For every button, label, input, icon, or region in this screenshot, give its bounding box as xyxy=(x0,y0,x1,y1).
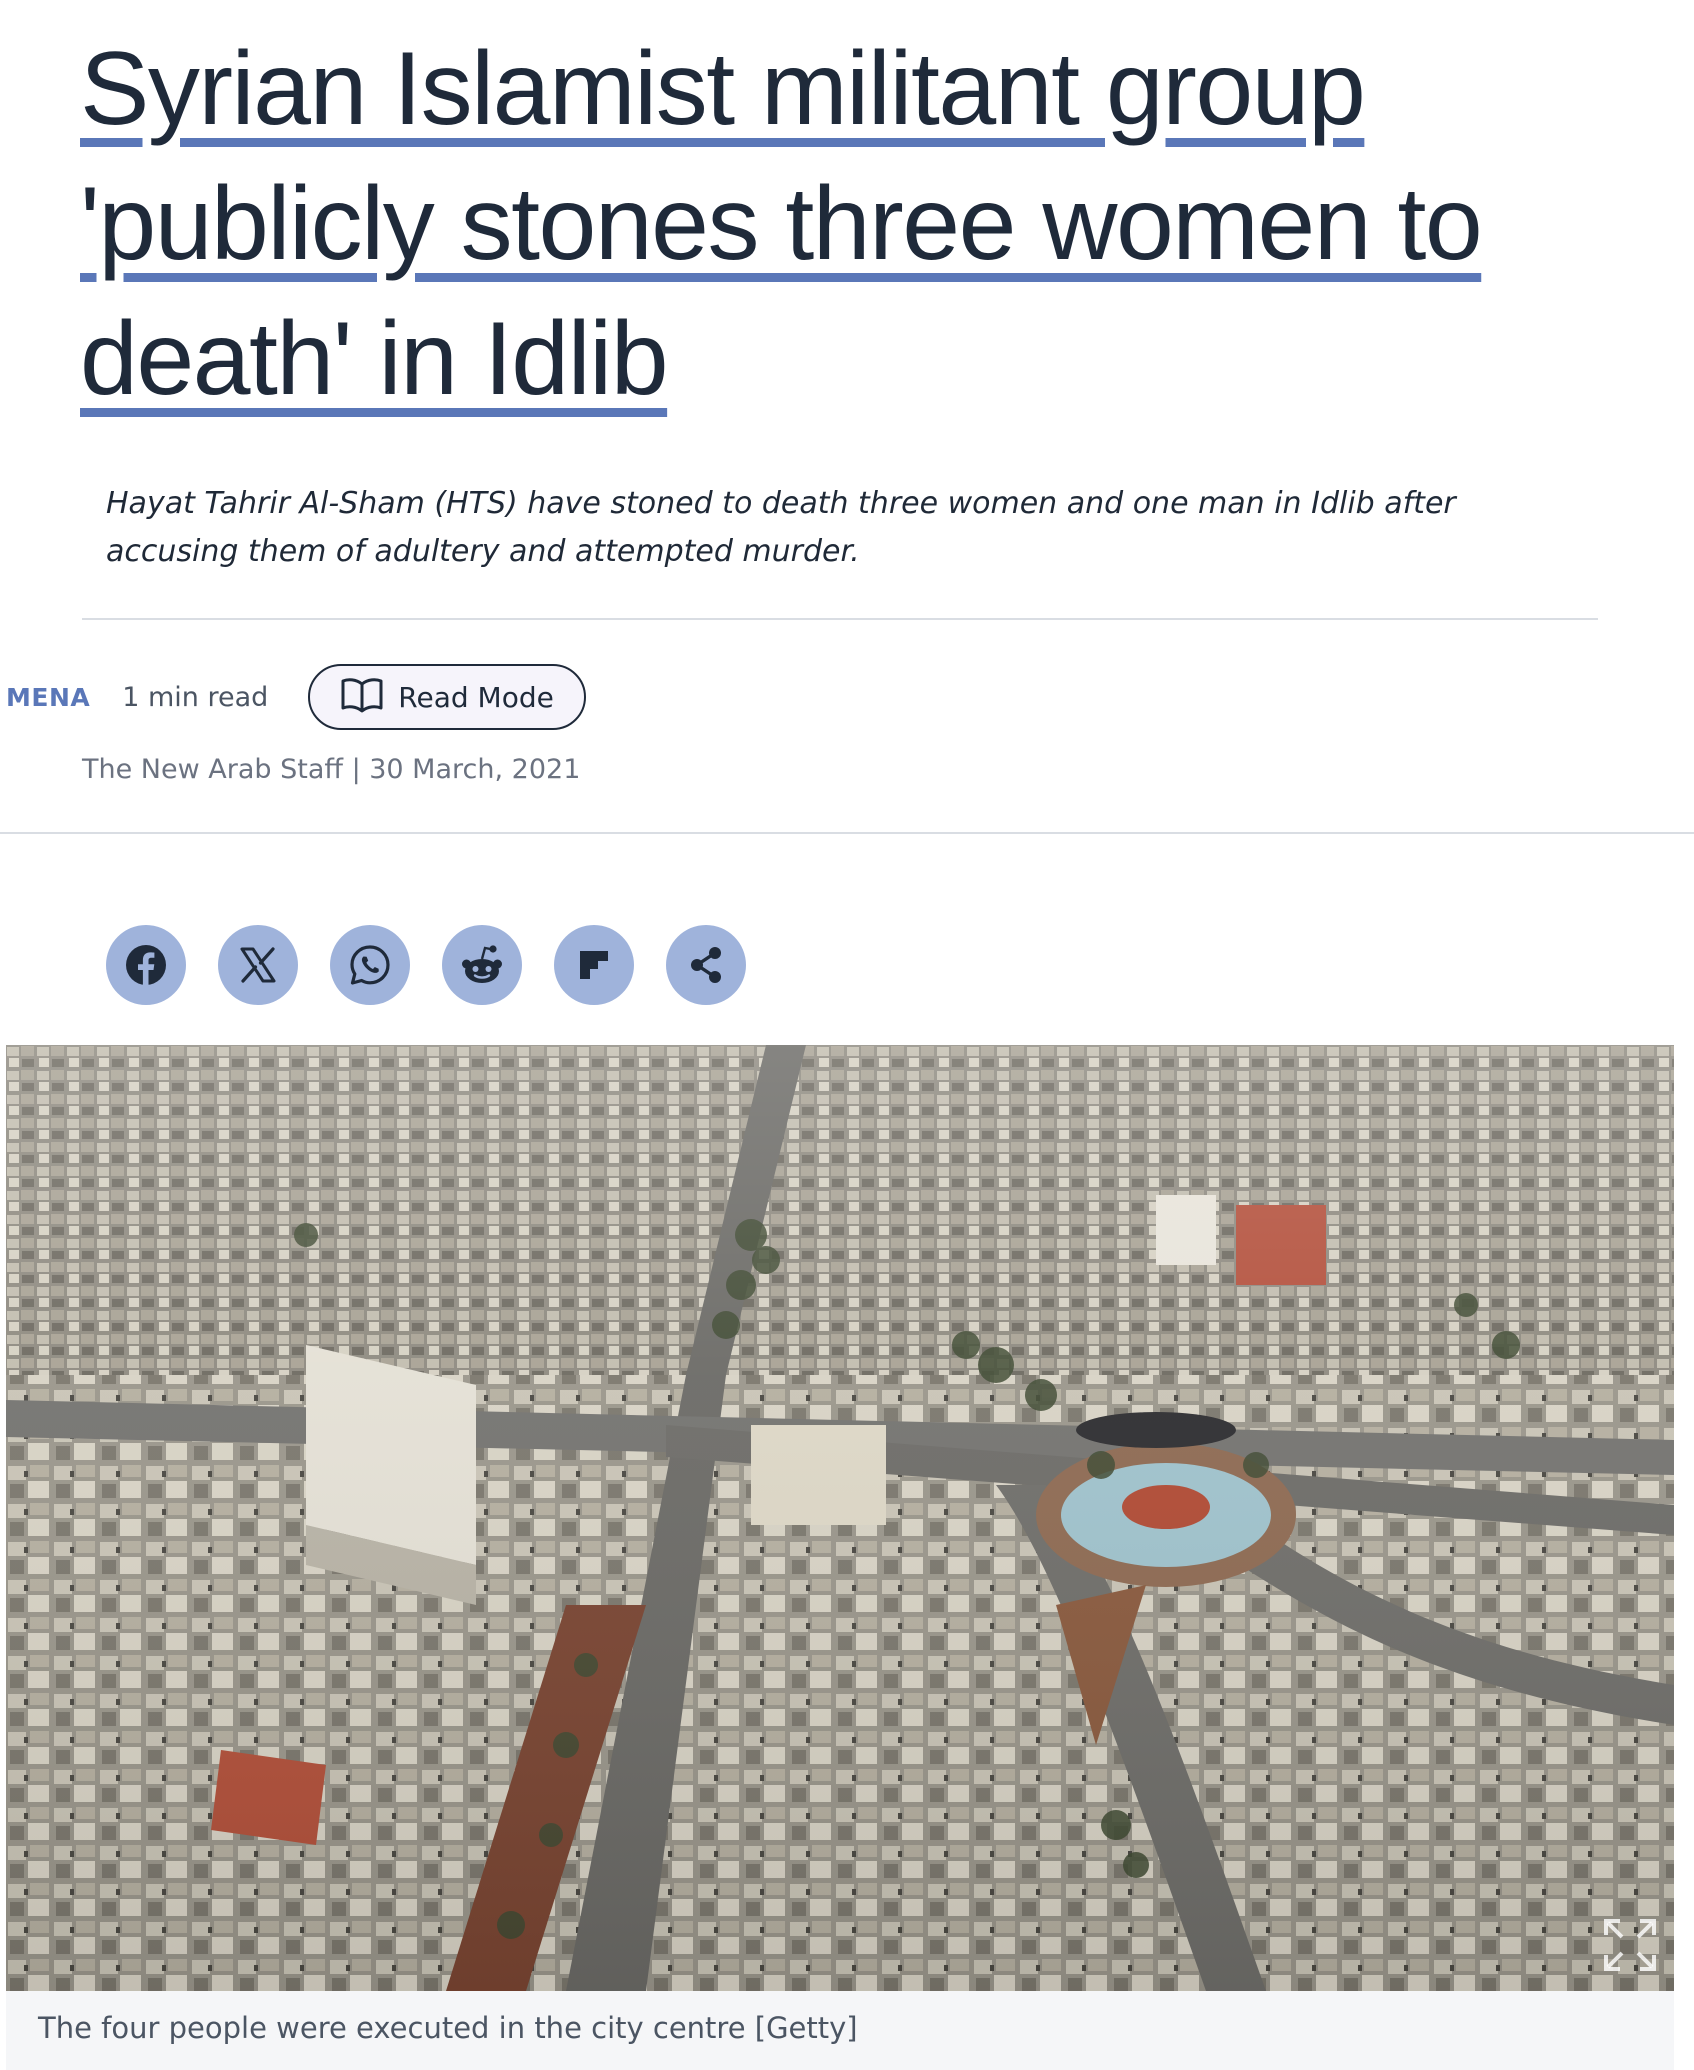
divider xyxy=(0,832,1694,834)
share-x-button[interactable] xyxy=(218,925,298,1005)
share-flipboard-button[interactable] xyxy=(554,925,634,1005)
category-link[interactable]: MENA xyxy=(6,683,90,712)
x-icon xyxy=(238,946,278,984)
image-caption: The four people were executed in the cit… xyxy=(38,2011,858,2045)
share-whatsapp-button[interactable] xyxy=(330,925,410,1005)
share-more-button[interactable] xyxy=(666,925,746,1005)
divider xyxy=(82,618,1598,620)
read-mode-label: Read Mode xyxy=(398,680,554,714)
share-icon xyxy=(686,945,726,985)
article-standfirst: Hayat Tahrir Al-Sham (HTS) have stoned t… xyxy=(106,486,1456,569)
expand-icon[interactable] xyxy=(1602,1917,1658,1973)
read-time: 1 min read xyxy=(122,681,269,713)
read-mode-button[interactable]: Read Mode xyxy=(308,664,586,730)
facebook-icon xyxy=(124,943,168,987)
byline: The New Arab Staff | 30 March, 2021 xyxy=(82,754,581,785)
reddit-icon xyxy=(458,943,506,987)
share-facebook-button[interactable] xyxy=(106,925,186,1005)
whatsapp-icon xyxy=(348,943,392,987)
share-bar xyxy=(106,925,746,1005)
book-open-icon xyxy=(340,676,384,719)
hero-image xyxy=(6,1045,1674,1991)
article-headline: Syrian Islamist militant group 'publicly… xyxy=(80,22,1500,427)
image-caption-bar: The four people were executed in the cit… xyxy=(6,1991,1674,2070)
headline-link[interactable]: Syrian Islamist militant group 'publicly… xyxy=(80,31,1483,417)
aerial-city-photo xyxy=(6,1045,1674,1991)
article-meta: MENA 1 min read Read Mode xyxy=(0,662,586,732)
share-reddit-button[interactable] xyxy=(442,925,522,1005)
flipboard-icon xyxy=(576,947,612,983)
